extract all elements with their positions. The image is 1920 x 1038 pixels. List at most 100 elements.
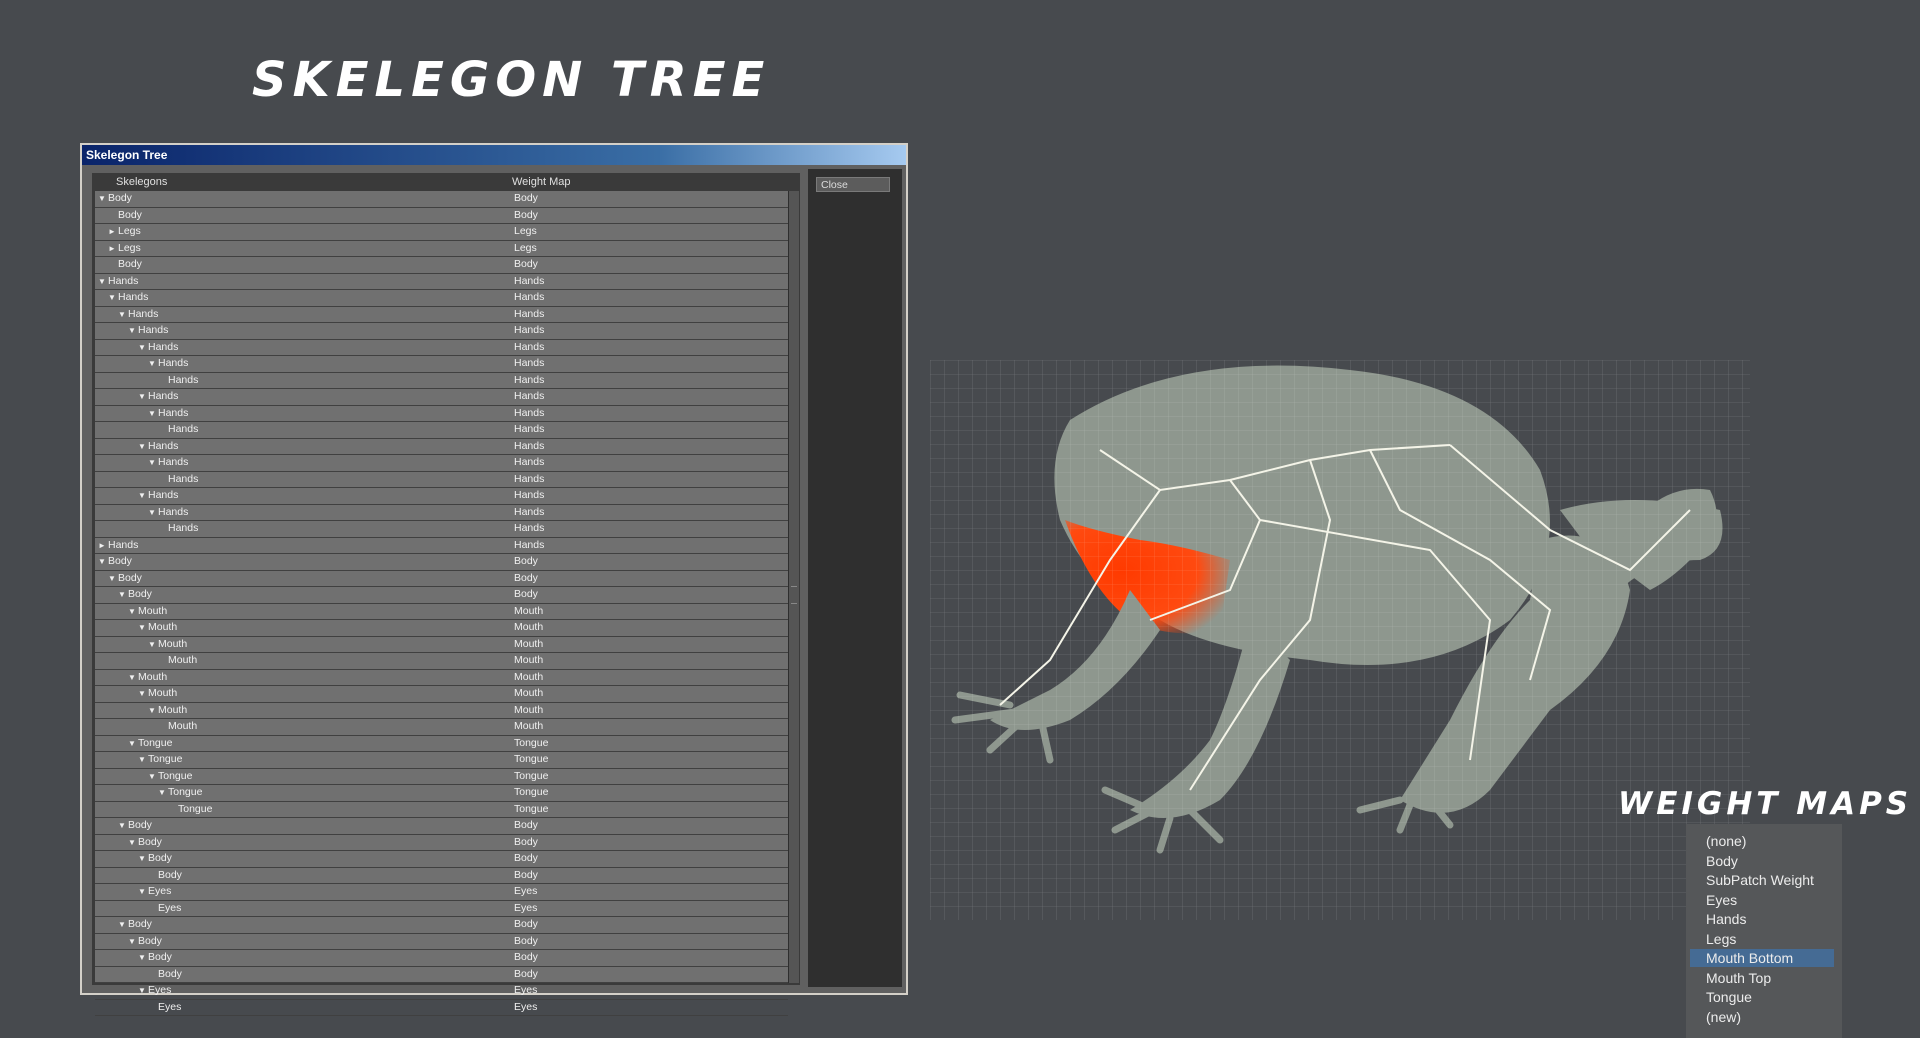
expand-down-icon[interactable]: ▼ [148, 505, 156, 520]
tree-row[interactable]: Hands Hands [95, 521, 788, 538]
expand-down-icon[interactable]: ▼ [128, 604, 136, 619]
expand-down-icon[interactable]: ▼ [148, 769, 156, 784]
weight-map-cell[interactable]: Hands [514, 455, 544, 470]
expand-down-icon[interactable]: ▼ [148, 703, 156, 718]
tree-row[interactable]: Mouth Mouth [95, 719, 788, 736]
tree-row[interactable]: ▼ Mouth Mouth [95, 686, 788, 703]
expand-down-icon[interactable]: ▼ [138, 439, 146, 454]
weight-map-cell[interactable]: Tongue [514, 752, 548, 767]
expand-down-icon[interactable]: ▼ [138, 340, 146, 355]
collapse-right-icon[interactable]: ► [108, 224, 116, 239]
window-titlebar[interactable]: Skelegon Tree [82, 145, 906, 165]
weight-map-cell[interactable]: Eyes [514, 884, 537, 899]
tree-row[interactable]: Body Body [95, 967, 788, 983]
expand-down-icon[interactable]: ▼ [98, 554, 106, 569]
column-header-weight-map[interactable]: Weight Map [512, 176, 571, 188]
weight-map-cell[interactable]: Body [514, 208, 538, 223]
tree-row[interactable]: Hands Hands [95, 422, 788, 439]
weight-map-cell[interactable]: Hands [514, 538, 544, 553]
tree-row[interactable]: Mouth Mouth [95, 653, 788, 670]
expand-down-icon[interactable]: ▼ [138, 851, 146, 866]
tree-row[interactable]: ► Hands Hands [95, 538, 788, 554]
weight-map-cell[interactable]: Body [514, 571, 538, 586]
tree-row[interactable]: ▼ Body Body [95, 917, 788, 934]
expand-down-icon[interactable]: ▼ [118, 587, 126, 602]
weight-map-option[interactable]: Mouth Top [1690, 969, 1834, 987]
weight-map-cell[interactable]: Body [514, 868, 538, 883]
weight-map-cell[interactable]: Legs [514, 241, 537, 256]
weight-map-option[interactable]: (none) [1690, 832, 1834, 850]
tree-row[interactable]: ▼ Mouth Mouth [95, 604, 788, 620]
expand-down-icon[interactable]: ▼ [138, 686, 146, 701]
weight-map-cell[interactable]: Body [514, 917, 538, 932]
tree-row[interactable]: ▼ Tongue Tongue [95, 752, 788, 769]
tree-row[interactable]: ► Legs Legs [95, 241, 788, 257]
tree-row[interactable]: ▼ Hands Hands [95, 505, 788, 521]
weight-map-cell[interactable]: Body [514, 257, 538, 272]
weight-map-option[interactable]: Legs [1690, 930, 1834, 948]
expand-down-icon[interactable]: ▼ [138, 950, 146, 965]
expand-down-icon[interactable]: ▼ [118, 818, 126, 833]
tree-row[interactable]: ▼ Hands Hands [95, 274, 788, 290]
weight-map-cell[interactable]: Body [514, 191, 538, 206]
expand-down-icon[interactable]: ▼ [128, 323, 136, 338]
weight-map-cell[interactable]: Eyes [514, 1000, 537, 1015]
weight-map-cell[interactable]: Mouth [514, 653, 543, 668]
weight-map-cell[interactable]: Hands [514, 307, 544, 322]
tree-row[interactable]: ▼ Hands Hands [95, 307, 788, 323]
weight-map-option[interactable]: Eyes [1690, 891, 1834, 909]
expand-down-icon[interactable]: ▼ [118, 917, 126, 932]
tree-row[interactable]: Hands Hands [95, 472, 788, 488]
expand-down-icon[interactable]: ▼ [138, 488, 146, 503]
expand-down-icon[interactable]: ▼ [138, 389, 146, 404]
weight-map-cell[interactable]: Eyes [514, 983, 537, 998]
tree-row[interactable]: ▼ Hands Hands [95, 488, 788, 505]
tree-row[interactable]: ▼ Hands Hands [95, 290, 788, 307]
weight-map-cell[interactable]: Body [514, 818, 538, 833]
tree-row[interactable]: ▼ Body Body [95, 835, 788, 851]
tree-row[interactable]: Hands Hands [95, 373, 788, 389]
tree-row[interactable]: ▼ Mouth Mouth [95, 620, 788, 637]
expand-down-icon[interactable]: ▼ [138, 884, 146, 899]
weight-map-cell[interactable]: Mouth [514, 719, 543, 734]
weight-map-cell[interactable]: Hands [514, 439, 544, 454]
weight-map-cell[interactable]: Body [514, 934, 538, 949]
weight-map-cell[interactable]: Mouth [514, 620, 543, 635]
tree-scrollbar[interactable] [788, 191, 799, 983]
weight-map-option[interactable]: Body [1690, 852, 1834, 870]
weight-map-cell[interactable]: Tongue [514, 769, 548, 784]
weight-map-cell[interactable]: Hands [514, 356, 544, 371]
weight-map-cell[interactable]: Hands [514, 488, 544, 503]
tree-row[interactable]: ▼ Tongue Tongue [95, 785, 788, 802]
weight-map-cell[interactable]: Legs [514, 224, 537, 239]
expand-down-icon[interactable]: ▼ [108, 571, 116, 586]
weight-map-cell[interactable]: Hands [514, 389, 544, 404]
weight-map-cell[interactable]: Hands [514, 505, 544, 520]
weight-map-cell[interactable]: Tongue [514, 785, 548, 800]
weight-map-cell[interactable]: Hands [514, 323, 544, 338]
weight-map-option[interactable]: Mouth Bottom [1690, 949, 1834, 967]
weight-map-cell[interactable]: Hands [514, 340, 544, 355]
weight-map-cell[interactable]: Mouth [514, 686, 543, 701]
tree-row[interactable]: ▼ Eyes Eyes [95, 884, 788, 901]
weight-map-option[interactable]: Tongue [1690, 988, 1834, 1006]
tree-row[interactable]: ▼ Tongue Tongue [95, 736, 788, 752]
tree-row[interactable]: ▼ Hands Hands [95, 455, 788, 472]
tree-row[interactable]: ▼ Mouth Mouth [95, 703, 788, 719]
tree-row[interactable]: ▼ Body Body [95, 554, 788, 571]
weight-map-cell[interactable]: Body [514, 950, 538, 965]
weight-map-cell[interactable]: Mouth [514, 604, 543, 619]
weight-map-cell[interactable]: Body [514, 851, 538, 866]
close-button[interactable]: Close [816, 177, 890, 192]
expand-down-icon[interactable]: ▼ [158, 785, 166, 800]
tree-row[interactable]: ▼ Body Body [95, 191, 788, 208]
expand-down-icon[interactable]: ▼ [148, 356, 156, 371]
weight-map-cell[interactable]: Hands [514, 472, 544, 487]
expand-down-icon[interactable]: ▼ [128, 934, 136, 949]
tree-row[interactable]: Tongue Tongue [95, 802, 788, 818]
weight-map-cell[interactable]: Hands [514, 290, 544, 305]
expand-down-icon[interactable]: ▼ [148, 455, 156, 470]
weight-map-cell[interactable]: Mouth [514, 670, 543, 685]
tree-row[interactable]: ▼ Eyes Eyes [95, 983, 788, 1000]
tree-row[interactable]: Eyes Eyes [95, 1000, 788, 1016]
